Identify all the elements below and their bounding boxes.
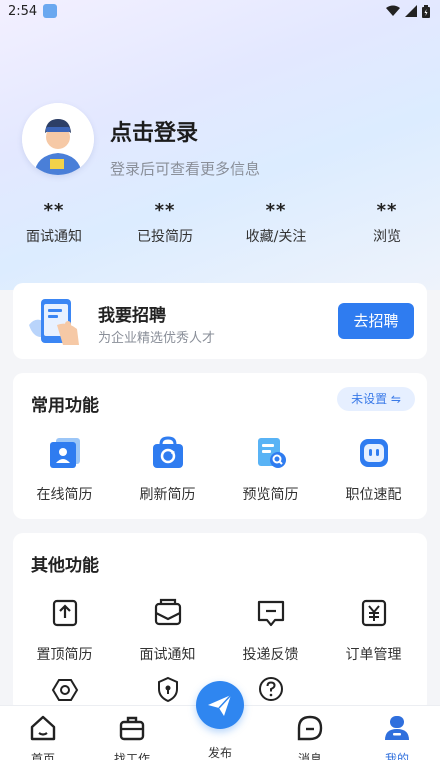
stats-row: ** 面试通知 ** 已投简历 ** 收藏/关注 ** 浏览 [0,200,440,260]
common-functions-card: 常用功能 未设置 ⇋ 在线简历 刷新简历 预览简历 职位速配 [13,373,427,519]
tab-label: 首页 [30,752,55,760]
recruit-subtitle: 为企业精选优秀人才 [98,331,216,346]
worker-avatar-icon [22,103,94,175]
function-label: 刷新简历 [139,487,196,503]
function-label: 投递反馈 [242,647,299,663]
battery-icon [422,4,430,18]
preview-resume-icon [257,438,286,468]
common-functions-title: 常用功能 [31,396,99,416]
tab-label: 消息 [297,752,322,760]
function-interview-notice[interactable]: 面试通知 [116,596,219,664]
go-recruit-button[interactable]: 去招聘 [338,303,414,339]
stat-label: 面试通知 [26,229,82,245]
function-label: 面试通知 [139,647,196,663]
signal-icon [405,5,417,17]
home-icon [30,715,56,741]
function-label: 预览简历 [242,487,299,503]
refresh-resume-icon [152,436,183,468]
pin-resume-icon [52,599,77,627]
tab-mine[interactable]: 我的 [367,714,427,760]
privacy-shield-icon[interactable] [154,675,182,703]
function-online-resume[interactable]: 在线简历 [13,436,116,504]
settings-chip[interactable]: 未设置 ⇋ [337,387,415,411]
function-label: 置顶简历 [36,647,93,663]
send-icon [208,694,232,716]
interview-notice-icon [154,598,181,626]
tab-label: 找工作 [113,752,150,760]
order-management-icon [361,599,386,627]
stat-value: ** [376,200,398,221]
function-label: 职位速配 [345,487,402,503]
briefcase-icon [119,716,145,741]
function-label: 在线简历 [36,487,93,503]
function-delivery-feedback[interactable]: 投递反馈 [219,596,322,664]
function-order-management[interactable]: 订单管理 [322,596,425,664]
recruit-card[interactable]: 我要招聘 为企业精选优秀人才 去招聘 [13,283,427,359]
avatar[interactable] [22,103,94,175]
recruit-title: 我要招聘 [98,306,166,326]
tab-find-job[interactable]: 找工作 [102,714,162,760]
function-job-match[interactable]: 职位速配 [322,436,425,504]
message-icon [297,715,323,741]
settings-hex-icon[interactable] [51,677,79,703]
function-pin-resume[interactable]: 置顶简历 [13,596,116,664]
tab-label: 我的 [384,752,409,760]
stat-label: 已投简历 [137,229,193,245]
login-subtitle: 登录后可查看更多信息 [110,160,261,178]
status-time: 2:54 [8,3,38,19]
help-icon[interactable] [257,675,285,703]
online-resume-icon [49,438,80,468]
stat-value: ** [43,200,65,221]
stat-favorites-following[interactable]: ** 收藏/关注 [231,200,321,246]
other-functions-title: 其他功能 [31,556,99,576]
publish-label: 发布 [207,746,232,760]
status-bar: 2:54 [0,0,440,22]
profile-icon [385,716,409,740]
recruit-phone-icon [29,299,79,345]
function-preview-resume[interactable]: 预览简历 [219,436,322,504]
tab-home[interactable]: 首页 [13,714,73,760]
stat-views[interactable]: ** 浏览 [342,200,432,246]
wifi-icon [386,5,400,16]
app-notification-icon [43,4,58,18]
stat-label: 收藏/关注 [245,229,307,245]
function-label: 订单管理 [345,647,402,663]
tab-messages[interactable]: 消息 [280,714,340,760]
publish-button[interactable] [196,681,244,729]
job-match-icon [359,439,388,467]
function-refresh-resume[interactable]: 刷新简历 [116,436,219,504]
stat-submitted-resumes[interactable]: ** 已投简历 [120,200,210,246]
login-title[interactable]: 点击登录 [110,115,198,147]
stat-value: ** [265,200,287,221]
delivery-feedback-icon [257,600,284,627]
stat-label: 浏览 [373,229,401,245]
stat-interview-notice[interactable]: ** 面试通知 [9,200,99,246]
stat-value: ** [154,200,176,221]
